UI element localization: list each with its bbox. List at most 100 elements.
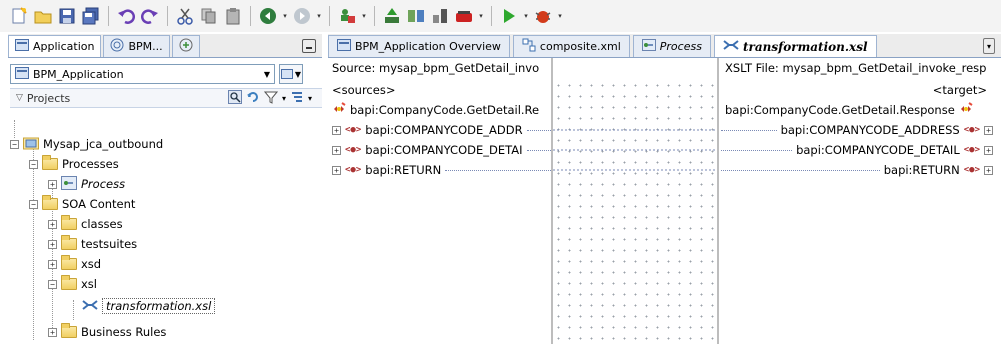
tab-bpm-application-overview[interactable]: BPM_Application Overview	[328, 35, 510, 57]
tree-item-processes[interactable]: − Processes	[29, 154, 119, 174]
expand-icon[interactable]: +	[48, 327, 57, 337]
folder-icon	[42, 155, 58, 170]
tree-item-xsd[interactable]: + xsd	[48, 254, 101, 274]
deploy-icon[interactable]	[381, 5, 403, 27]
target-item[interactable]: bapi:CompanyCode.GetDetail.Response	[725, 100, 973, 120]
projects-tools: ▾ ▾	[227, 89, 322, 107]
tree-item-xsl[interactable]: − xsl	[48, 274, 97, 294]
source-item[interactable]: + <●> bapi:COMPANYCODE_ADDR	[332, 120, 551, 140]
save-icon[interactable]	[56, 5, 78, 27]
expand-icon[interactable]: +	[984, 165, 993, 175]
database-icon[interactable]	[453, 5, 475, 27]
folder-icon	[61, 235, 77, 250]
target-item-label: bapi:CompanyCode.GetDetail.Response	[725, 103, 955, 117]
collapse-icon[interactable]: −	[10, 139, 19, 149]
source-item[interactable]: + <●> bapi:RETURN	[332, 160, 551, 180]
triangle-down-icon: ▽	[16, 93, 23, 103]
debug-icon[interactable]	[532, 5, 554, 27]
filter-icon[interactable]	[263, 90, 279, 107]
minimize-button[interactable]	[302, 39, 316, 53]
run-dropdown-icon[interactable]: ▾	[522, 5, 530, 27]
back-dropdown-icon[interactable]: ▾	[281, 5, 289, 27]
connection-icon[interactable]	[336, 5, 358, 27]
save-all-icon[interactable]	[80, 5, 102, 27]
tab-label: BPM_Application Overview	[355, 40, 501, 53]
expand-icon[interactable]: +	[48, 239, 57, 249]
expand-icon[interactable]: +	[332, 125, 341, 135]
cut-icon[interactable]	[174, 5, 196, 27]
element-root-icon	[332, 101, 346, 119]
tree-item-soa-content[interactable]: − SOA Content	[29, 194, 135, 214]
toolbar-separator	[491, 6, 492, 26]
collapse-icon[interactable]: −	[29, 199, 38, 209]
paste-icon[interactable]	[222, 5, 244, 27]
tab-label: composite.xml	[539, 40, 621, 53]
tab-application[interactable]: Application	[8, 35, 102, 57]
expand-icon[interactable]: +	[984, 145, 993, 155]
mapper-canvas[interactable]	[551, 80, 719, 344]
collapse-icon[interactable]: −	[48, 279, 57, 289]
projects-header: ▽ Projects ▾ ▾	[10, 88, 322, 108]
toolbar-separator	[250, 6, 251, 26]
run-icon[interactable]	[498, 5, 520, 27]
expand-icon[interactable]: +	[48, 219, 57, 229]
tab-label: Process	[659, 40, 702, 53]
target-item[interactable]: bapi:RETURN <●> +	[721, 160, 993, 180]
connection-dropdown-icon[interactable]: ▾	[360, 5, 368, 27]
tree-item-process[interactable]: + Process	[48, 174, 125, 194]
expand-icon[interactable]: +	[48, 179, 57, 189]
forward-icon[interactable]	[291, 5, 313, 27]
tree-line	[73, 300, 74, 320]
target-item[interactable]: bapi:COMPANYCODE_ADDRESS <●> +	[721, 120, 993, 140]
refresh-icon[interactable]	[246, 90, 260, 107]
expand-icon[interactable]: +	[332, 145, 341, 155]
source-item[interactable]: + <●> bapi:COMPANYCODE_DETAI	[332, 140, 551, 160]
undo-icon[interactable]	[115, 5, 137, 27]
tab-process[interactable]: Process	[632, 35, 711, 57]
chevron-down-icon[interactable]: ▾	[282, 94, 286, 103]
new-icon[interactable]	[8, 5, 30, 27]
target-root-label: <target>	[932, 83, 987, 97]
working-set-icon[interactable]	[290, 90, 304, 107]
tab-list-button[interactable]: ▾	[983, 38, 995, 54]
redo-icon[interactable]	[139, 5, 161, 27]
collapse-icon[interactable]: −	[29, 159, 38, 169]
copy-icon[interactable]	[198, 5, 220, 27]
debug-dropdown-icon[interactable]: ▾	[556, 5, 564, 27]
tree-item-testsuites[interactable]: + testsuites	[48, 234, 137, 254]
tree-item-label: Business Rules	[81, 325, 167, 339]
target-item[interactable]: bapi:COMPANYCODE_DETAIL <●> +	[721, 140, 993, 160]
mapper-canvas-header	[551, 58, 719, 80]
application-menu-button[interactable]: ▼	[279, 64, 303, 84]
tab-resources[interactable]	[171, 35, 200, 57]
expand-icon[interactable]: +	[984, 125, 993, 135]
mapping-line	[721, 149, 793, 151]
application-name: BPM_Application	[33, 67, 124, 81]
source-item-label: bapi:CompanyCode.GetDetail.Re	[350, 103, 540, 117]
tree-item-transformation-xsl[interactable]: transformation.xsl	[82, 296, 216, 316]
open-icon[interactable]	[32, 5, 54, 27]
forward-dropdown-icon[interactable]: ▾	[315, 5, 323, 27]
mapping-line	[526, 129, 551, 131]
chevron-down-icon[interactable]: ▾	[308, 94, 312, 103]
tab-composite-xml[interactable]: composite.xml	[512, 35, 630, 57]
tree-item-business-rules[interactable]: + Business Rules	[48, 322, 166, 342]
expand-icon[interactable]: +	[48, 259, 57, 269]
database-dropdown-icon[interactable]: ▾	[477, 5, 485, 27]
expand-icon[interactable]: +	[332, 165, 341, 175]
tab-label: transformation.xsl	[742, 39, 868, 54]
network-icon[interactable]	[429, 5, 451, 27]
tab-transformation-xsl[interactable]: transformation.xsl	[713, 35, 877, 57]
projects-toggle[interactable]: ▽ Projects	[10, 92, 70, 105]
mapping-line	[721, 169, 880, 171]
folder-icon	[61, 255, 77, 270]
tree-item-mysap-jca-outbound[interactable]: − Mysap_jca_outbound	[10, 134, 163, 154]
tree-item-classes[interactable]: + classes	[48, 214, 123, 234]
tab-bpm[interactable]: BPM...	[103, 35, 170, 57]
source-item[interactable]: bapi:CompanyCode.GetDetail.Re	[332, 100, 539, 120]
application-selector[interactable]: BPM_Application ▼	[10, 64, 275, 84]
back-icon[interactable]	[257, 5, 279, 27]
find-icon[interactable]	[227, 89, 242, 107]
compare-icon[interactable]	[405, 5, 427, 27]
application-selector-row: BPM_Application ▼ ▼	[10, 62, 322, 86]
